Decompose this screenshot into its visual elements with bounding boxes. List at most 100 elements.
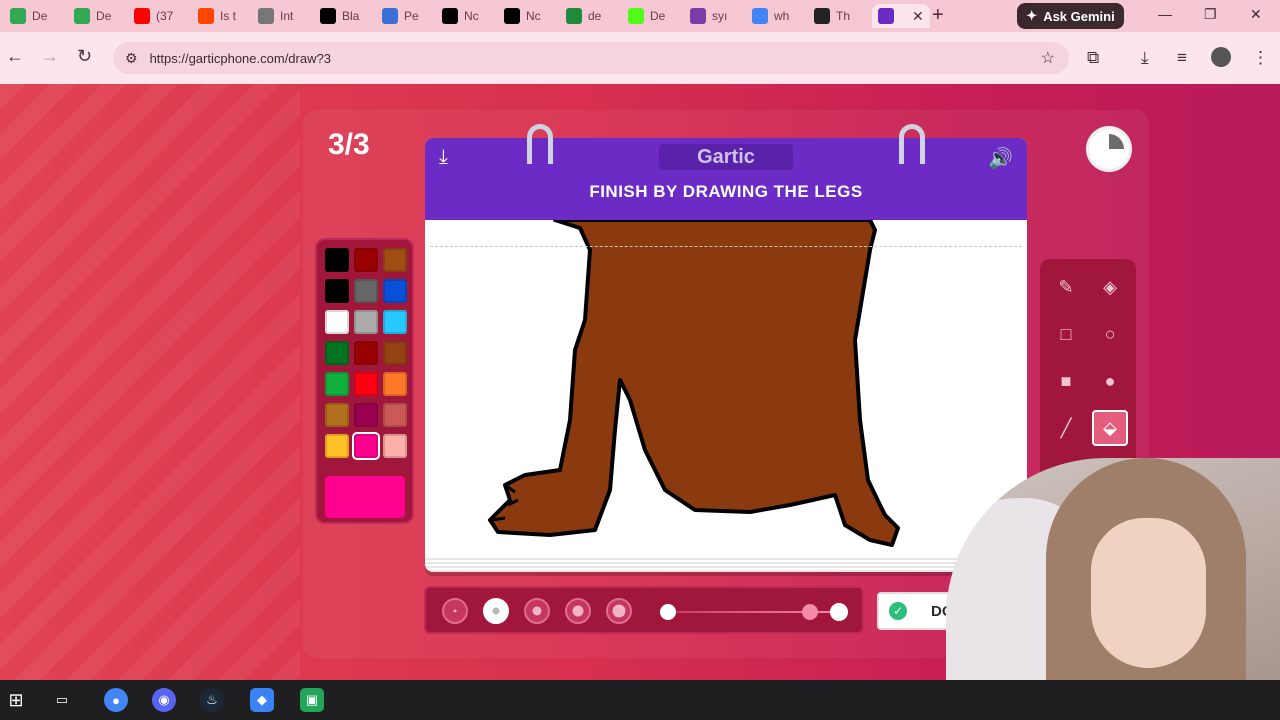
menu-kebab-icon[interactable]: ⋮: [1252, 48, 1269, 68]
windows-taskbar: ⊞ ▭ ● ◉ ♨ ◆ ▣: [0, 680, 1280, 720]
color-swatch[interactable]: [354, 341, 378, 365]
restore-icon[interactable]: ❐: [1204, 6, 1217, 23]
app-taskbar-icon[interactable]: ▣: [300, 688, 324, 712]
color-swatch[interactable]: [325, 248, 349, 272]
instruction-text: FINISH BY DRAWING THE LEGS: [589, 182, 863, 201]
color-swatch[interactable]: [383, 341, 407, 365]
rectangle-filled-icon[interactable]: ■: [1048, 363, 1084, 399]
gartic-page: 3/3 ⤓ Gartic 🔊 FINISH BY DRAWING THE LEG…: [0, 84, 1280, 680]
tab-label: De: [650, 9, 666, 23]
tab-label: de: [588, 9, 602, 23]
color-swatch[interactable]: [383, 372, 407, 396]
bookmark-star-icon[interactable]: ☆: [1041, 48, 1055, 68]
opacity-handle[interactable]: [801, 604, 818, 620]
color-swatch[interactable]: [325, 434, 349, 458]
tab-label: Th: [836, 9, 851, 23]
color-swatch[interactable]: [354, 248, 378, 272]
line-icon[interactable]: ╱: [1048, 410, 1084, 446]
browser-tab[interactable]: Int: [258, 4, 293, 28]
browser-tab[interactable]: de: [566, 4, 601, 28]
color-palette: [315, 238, 414, 524]
brush-size-button[interactable]: [524, 598, 550, 624]
address-bar[interactable]: ⚙ https://garticphone.com/draw?3 ☆: [113, 42, 1069, 74]
extensions-icon[interactable]: ⧉: [1087, 48, 1099, 68]
color-swatch[interactable]: [383, 403, 407, 427]
browser-tab[interactable]: De: [74, 4, 111, 28]
google-drive-icon: [10, 8, 26, 24]
color-swatch[interactable]: [383, 279, 407, 303]
browser-tab[interactable]: Nc: [504, 4, 541, 28]
minimize-icon[interactable]: —: [1158, 6, 1172, 22]
ellipse-outline-icon[interactable]: ○: [1092, 316, 1128, 352]
new-tab-button[interactable]: +: [932, 4, 944, 27]
eraser-icon[interactable]: ◈: [1092, 269, 1128, 305]
browser-tab[interactable]: De: [628, 4, 665, 28]
brush-size-button[interactable]: [483, 598, 509, 624]
color-swatch[interactable]: [325, 341, 349, 365]
color-swatch[interactable]: [383, 434, 407, 458]
roblox-taskbar-icon[interactable]: ◆: [250, 688, 274, 712]
ellipse-filled-icon[interactable]: ●: [1092, 363, 1128, 399]
browser-tab[interactable]: wh: [752, 4, 789, 28]
windows-start-icon[interactable]: ⊞: [4, 688, 28, 712]
brush-size-button[interactable]: [565, 598, 591, 624]
forward-icon[interactable]: →: [41, 46, 59, 67]
color-swatch[interactable]: [354, 279, 378, 303]
color-swatch[interactable]: [325, 310, 349, 334]
gartic-icon: [878, 8, 894, 24]
download-icon[interactable]: ⤓: [1141, 48, 1149, 68]
brush-size-button[interactable]: [442, 598, 468, 624]
close-tab-icon[interactable]: ✕: [912, 8, 924, 25]
browser-toolbar: ← → ↻ ⚙ https://garticphone.com/draw?3 ☆…: [0, 32, 1280, 84]
browser-tab[interactable]: Pe: [382, 4, 419, 28]
media-control-icon[interactable]: ≡: [1177, 48, 1187, 68]
tab-label: Is t: [220, 9, 237, 23]
brush-options-bar: [424, 586, 864, 634]
drawing-canvas[interactable]: [430, 220, 1022, 558]
task-view-icon[interactable]: ▭: [50, 688, 74, 712]
profile-avatar[interactable]: [1211, 47, 1231, 67]
browser-tab[interactable]: Is t: [198, 4, 236, 28]
browser-tab[interactable]: ✕: [872, 4, 930, 28]
discord-taskbar-icon[interactable]: ◉: [152, 688, 176, 712]
browser-tab[interactable]: Bla: [320, 4, 359, 28]
globe-icon: [258, 8, 274, 24]
volume-icon[interactable]: 🔊: [988, 146, 1013, 171]
color-swatch[interactable]: [354, 310, 378, 334]
color-swatch[interactable]: [325, 403, 349, 427]
pen-icon[interactable]: ✎: [1048, 269, 1084, 305]
color-swatch[interactable]: [383, 310, 407, 334]
ask-gemini-button[interactable]: ✦ Ask Gemini: [1017, 3, 1124, 29]
color-swatch[interactable]: [352, 432, 380, 460]
download-drawing-icon[interactable]: ⤓: [439, 146, 448, 169]
color-swatch[interactable]: [383, 248, 407, 272]
ask-gemini-label: Ask Gemini: [1043, 8, 1115, 24]
youtube-icon: [134, 8, 150, 24]
bucket-fill-icon[interactable]: ⬙: [1092, 410, 1128, 446]
brush-size-dot: [492, 607, 500, 615]
brush-size-button[interactable]: [606, 598, 632, 624]
close-window-icon[interactable]: ✕: [1250, 6, 1262, 23]
browser-tab[interactable]: Th: [814, 4, 850, 28]
back-icon[interactable]: ←: [6, 46, 24, 67]
binder-ring-right: [899, 124, 925, 164]
chrome-taskbar-icon[interactable]: ●: [104, 688, 128, 712]
color-swatch[interactable]: [354, 372, 378, 396]
rectangle-outline-icon[interactable]: □: [1048, 316, 1084, 352]
browser-tab[interactable]: Nc: [442, 4, 479, 28]
url-text[interactable]: https://garticphone.com/draw?3: [150, 51, 331, 66]
color-swatch[interactable]: [354, 403, 378, 427]
site-settings-icon[interactable]: ⚙: [125, 50, 138, 67]
color-swatch[interactable]: [325, 372, 349, 396]
tab-label: Nc: [464, 9, 479, 23]
color-swatch[interactable]: [325, 279, 349, 303]
browser-tab[interactable]: (37: [134, 4, 173, 28]
reload-icon[interactable]: ↻: [77, 46, 92, 67]
tab-label: Nc: [526, 9, 541, 23]
browser-tab[interactable]: De: [10, 4, 47, 28]
browser-tab[interactable]: syı: [690, 4, 727, 28]
tab-label: De: [96, 9, 112, 23]
wix-icon: [320, 8, 336, 24]
steam-taskbar-icon[interactable]: ♨: [200, 688, 224, 712]
drawing-panel: ⤓ Gartic 🔊 FINISH BY DRAWING THE LEGS: [425, 124, 1027, 572]
